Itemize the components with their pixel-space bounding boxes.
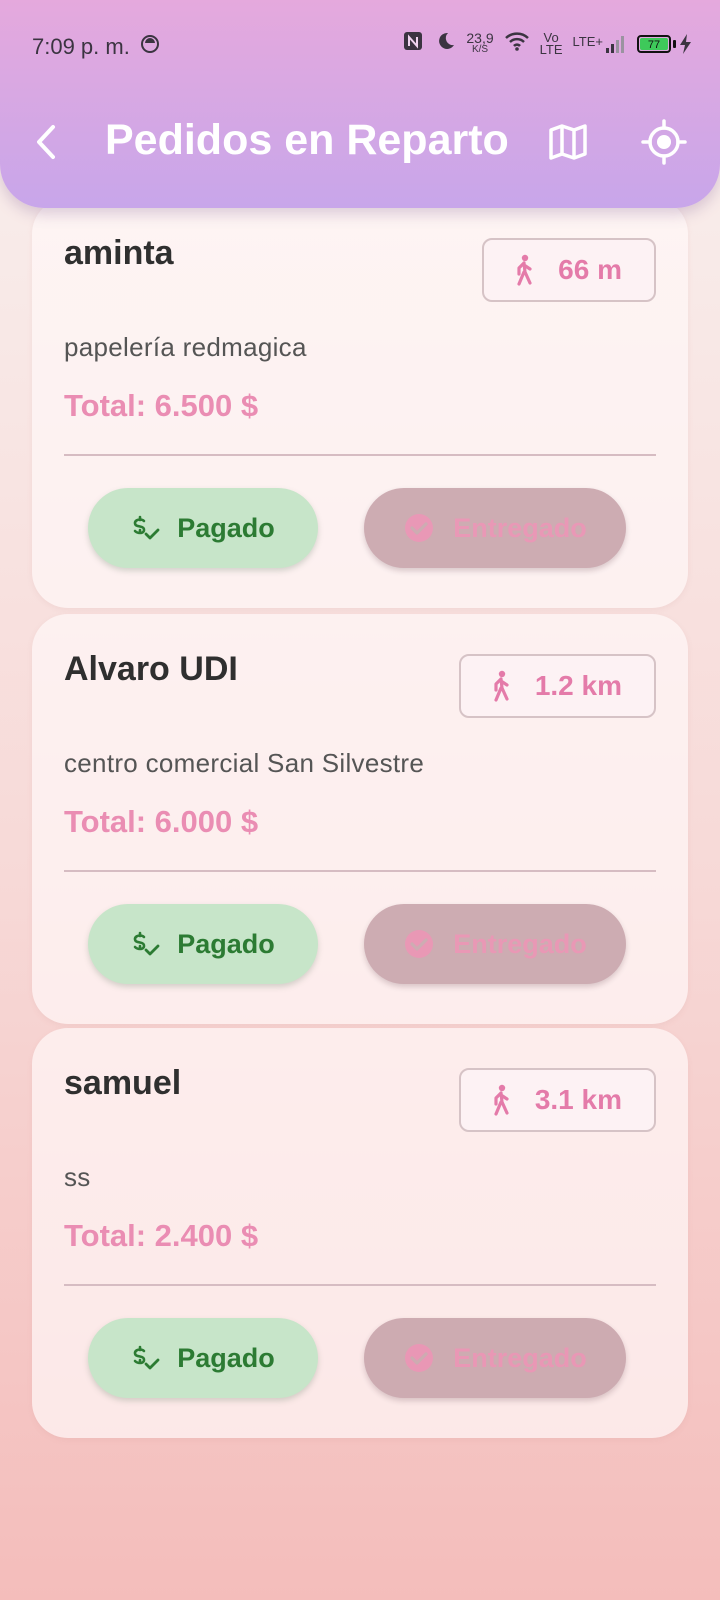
status-bar: 7:09 p. m. 23,9 K/S Vo LTE LTE+ 77 [0, 0, 720, 92]
status-icons: 23,9 K/S Vo LTE LTE+ 77 [402, 30, 692, 58]
walking-icon [494, 1084, 509, 1116]
order-card: Alvaro UDI 1.2 km centro comercial San S… [32, 614, 688, 1024]
map-button[interactable] [540, 114, 596, 170]
crosshair-icon [641, 119, 687, 165]
order-total: Total: 2.400 $ [64, 1218, 259, 1253]
divider [64, 454, 656, 456]
net-speed-value: 23,9 [466, 30, 494, 46]
delivered-button[interactable]: Entregado [364, 904, 626, 984]
check-circle-icon [405, 1344, 434, 1372]
paid-check-icon [133, 931, 160, 956]
my-location-button[interactable] [636, 114, 692, 170]
delivered-label: Entregado [453, 512, 587, 543]
paid-label: Pagado [177, 512, 275, 543]
divider [64, 870, 656, 872]
order-card: aminta 66 m papelería redmagica Total: 6… [32, 198, 688, 608]
customer-name: Alvaro UDI [64, 650, 238, 688]
distance-value: 66 m [558, 254, 622, 285]
nfc-icon [402, 30, 424, 58]
order-address: centro comercial San Silvestre [64, 748, 425, 778]
notification-icon [140, 34, 160, 60]
battery-indicator: 77 [637, 33, 692, 55]
distance-badge: 1.2 km [458, 654, 656, 718]
charging-icon [680, 34, 691, 54]
order-address: papelería redmagica [64, 332, 307, 362]
delivered-label: Entregado [453, 1342, 587, 1373]
distance-value: 3.1 km [534, 1084, 622, 1115]
order-card: samuel 3.1 km ss Total: 2.400 $ Pagado E… [32, 1028, 688, 1438]
distance-badge: 66 m [482, 238, 656, 302]
status-time-group: 7:09 p. m. [32, 34, 160, 60]
moon-icon [434, 30, 456, 58]
net-speed: 23,9 K/S [466, 30, 494, 56]
signal-group: LTE+ [573, 34, 627, 54]
back-arrow-icon [37, 125, 55, 159]
paid-check-icon [133, 515, 160, 540]
order-total: Total: 6.500 $ [64, 388, 259, 423]
paid-label: Pagado [177, 928, 275, 959]
volte-bottom: LTE [539, 42, 563, 57]
customer-name: aminta [64, 234, 174, 272]
paid-button[interactable]: Pagado [88, 904, 318, 984]
walking-icon [494, 670, 509, 702]
paid-button[interactable]: Pagado [88, 1318, 318, 1398]
page-title: Pedidos en Reparto [105, 116, 509, 164]
delivered-button[interactable]: Entregado [364, 1318, 626, 1398]
check-circle-icon [405, 514, 434, 542]
delivered-button[interactable]: Entregado [364, 488, 626, 568]
paid-check-icon [133, 1345, 160, 1370]
wifi-icon [504, 30, 530, 58]
volte-indicator: Vo LTE [539, 31, 563, 57]
distance-value: 1.2 km [534, 670, 622, 701]
paid-button[interactable]: Pagado [88, 488, 318, 568]
back-button[interactable] [18, 114, 74, 170]
status-time: 7:09 p. m. [32, 34, 130, 59]
order-address: ss [64, 1162, 91, 1192]
order-total: Total: 6.000 $ [64, 804, 259, 839]
battery-level: 77 [640, 38, 668, 51]
battery-icon: 77 [637, 35, 671, 53]
signal-icon [606, 36, 624, 53]
customer-name: samuel [64, 1064, 182, 1102]
check-circle-icon [405, 930, 434, 958]
delivered-label: Entregado [453, 928, 587, 959]
distance-badge: 3.1 km [458, 1068, 656, 1132]
map-icon [549, 124, 587, 160]
divider [64, 1284, 656, 1286]
paid-label: Pagado [177, 1342, 275, 1373]
walking-icon [517, 254, 532, 286]
network-type: LTE+ [572, 34, 603, 49]
